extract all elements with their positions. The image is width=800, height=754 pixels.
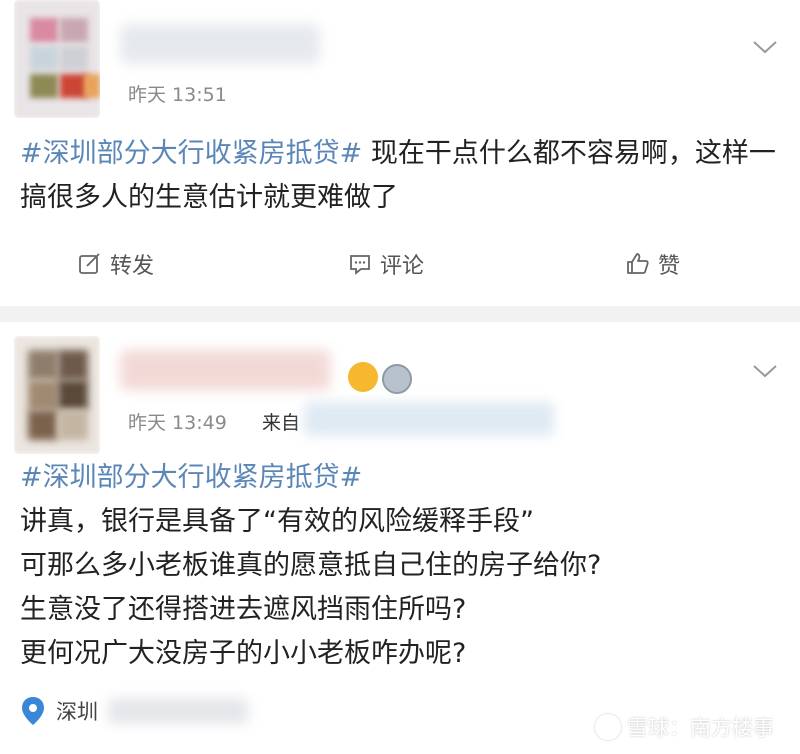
repost-label: 转发 xyxy=(110,254,155,279)
like-label: 赞 xyxy=(658,254,681,279)
avatar[interactable] xyxy=(14,336,100,454)
comment-icon xyxy=(350,255,370,275)
hashtag-link[interactable]: #深圳部分大行收紧房抵贷# xyxy=(20,138,362,169)
post-line: 更何况广大没房子的小小老板咋办呢? xyxy=(20,638,467,669)
post-timestamp: 昨天 13:49 xyxy=(128,412,227,434)
medal-icon xyxy=(382,364,412,394)
comment-button[interactable]: 评论 xyxy=(348,248,424,280)
post-source-blurred[interactable] xyxy=(304,402,554,436)
vip-crown-icon xyxy=(348,362,378,392)
post-line: 生意没了还得搭进去遮风挡雨住所吗? xyxy=(20,594,467,625)
username-blurred[interactable] xyxy=(120,350,330,390)
location-label: 深圳 xyxy=(56,700,98,724)
post-card-1: 昨天 13:51 #深圳部分大行收紧房抵贷# 现在干点什么都不容易啊，这样一搞很… xyxy=(0,0,800,306)
watermark-text: 雪球：南方楼事 xyxy=(627,716,774,740)
comment-label: 评论 xyxy=(380,254,425,279)
action-bar: 转发 评论 赞 xyxy=(0,248,800,292)
post-source-prefix: 来自 xyxy=(262,412,301,434)
snowball-logo-icon xyxy=(595,714,621,740)
post-separator xyxy=(0,306,800,322)
avatar[interactable] xyxy=(14,0,100,118)
thumbs-up-icon xyxy=(627,253,649,274)
post-text: #深圳部分大行收紧房抵贷# 讲真，银行是具备了“有效的风险缓释手段” 可那么多小… xyxy=(20,456,780,676)
location-tag[interactable]: 深圳 xyxy=(20,696,248,726)
username-blurred[interactable] xyxy=(120,24,320,64)
location-detail-blurred xyxy=(108,698,248,724)
repost-icon xyxy=(79,253,100,274)
map-pin-icon xyxy=(22,697,44,725)
chevron-down-icon[interactable] xyxy=(752,40,778,54)
hashtag-link[interactable]: #深圳部分大行收紧房抵贷# xyxy=(20,456,780,500)
like-button[interactable]: 赞 xyxy=(626,248,680,280)
repost-button[interactable]: 转发 xyxy=(78,248,154,280)
chevron-down-icon[interactable] xyxy=(752,364,778,378)
post-timestamp: 昨天 13:51 xyxy=(128,84,227,106)
post-line: 可那么多小老板谁真的愿意抵自己住的房子给你? xyxy=(20,550,602,581)
post-text: #深圳部分大行收紧房抵贷# 现在干点什么都不容易啊，这样一搞很多人的生意估计就更… xyxy=(20,132,780,220)
post-line: 讲真，银行是具备了“有效的风险缓释手段” xyxy=(20,506,534,537)
watermark: 雪球：南方楼事 xyxy=(595,712,774,742)
